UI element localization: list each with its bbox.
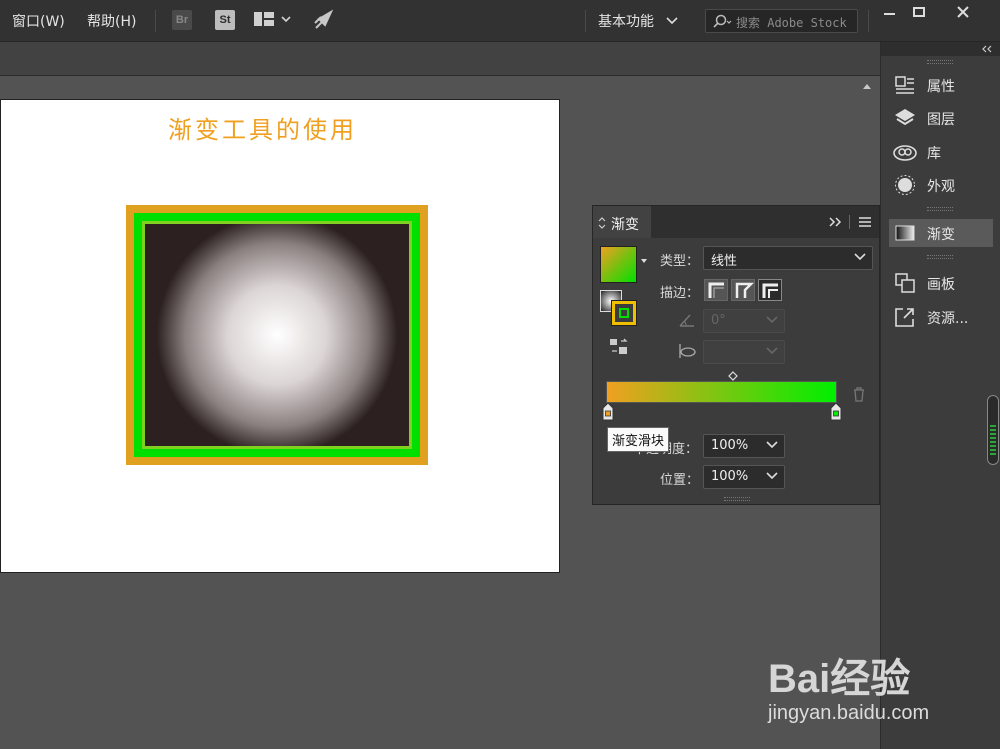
menu-bar: 窗口(W) 帮助(H) Br St 基本功能 搜索 Adobe Stock bbox=[0, 0, 1000, 42]
location-value: 100% bbox=[711, 469, 749, 484]
dock-item-label: 资源... bbox=[927, 311, 969, 327]
stroke-across-button[interactable] bbox=[758, 279, 782, 301]
dock-item-properties[interactable]: 属性 bbox=[889, 71, 993, 99]
gradient-stop-end[interactable] bbox=[830, 403, 842, 421]
appearance-icon bbox=[895, 175, 915, 195]
dock-item-libraries[interactable]: 库 bbox=[889, 138, 993, 166]
gradient-type-value: 线性 bbox=[711, 254, 738, 269]
search-icon bbox=[713, 14, 732, 28]
reverse-gradient-icon[interactable] bbox=[609, 337, 629, 357]
stock-search-input[interactable]: 搜索 Adobe Stock bbox=[705, 9, 858, 33]
radial-gradient-fill bbox=[134, 213, 420, 457]
angle-value: 0° bbox=[711, 313, 726, 328]
dock-item-label: 图层 bbox=[927, 112, 955, 128]
document-tab-strip bbox=[0, 42, 880, 76]
trash-icon[interactable] bbox=[852, 386, 866, 402]
stock-button[interactable]: St bbox=[215, 10, 235, 30]
dock-item-asset-export[interactable]: 资源... bbox=[889, 303, 993, 331]
canvas-scroll-up-icon[interactable] bbox=[862, 82, 872, 90]
menu-window[interactable]: 窗口(W) bbox=[12, 11, 65, 31]
chevron-down-icon bbox=[854, 253, 866, 261]
stroke-label: 描边： bbox=[660, 286, 700, 301]
swatch-dropdown-icon[interactable] bbox=[640, 258, 648, 264]
stroke-within-icon bbox=[708, 282, 724, 298]
gradient-slider-bar[interactable] bbox=[606, 381, 837, 403]
stroke-along-button[interactable] bbox=[731, 279, 755, 301]
dock-grip[interactable] bbox=[927, 255, 953, 259]
angle-select[interactable]: 0° bbox=[703, 309, 785, 333]
properties-icon bbox=[895, 76, 914, 94]
type-label: 类型： bbox=[660, 254, 700, 269]
panel-options-toggle-icon[interactable] bbox=[598, 217, 606, 229]
dock-item-label: 渐变 bbox=[927, 227, 955, 243]
aspect-ratio-icon bbox=[679, 344, 696, 358]
panel-menu-icon[interactable] bbox=[859, 217, 871, 227]
gradient-fill-swatch[interactable] bbox=[600, 246, 637, 283]
stroke-along-icon bbox=[735, 282, 755, 298]
dock-item-appearance[interactable]: 外观 bbox=[889, 171, 993, 199]
tab-gradient[interactable]: 渐变 bbox=[593, 206, 651, 238]
stroke-within-button[interactable] bbox=[704, 279, 728, 301]
chevron-down-icon bbox=[766, 441, 778, 449]
tab-gradient-label: 渐变 bbox=[611, 217, 639, 233]
stroke-indicator-inner bbox=[619, 308, 629, 318]
menu-divider bbox=[155, 10, 156, 32]
menu-divider bbox=[585, 10, 586, 32]
layers-icon bbox=[895, 109, 915, 126]
search-placeholder: 搜索 Adobe Stock bbox=[736, 16, 847, 30]
angle-icon bbox=[679, 314, 694, 327]
gradient-type-select[interactable]: 线性 bbox=[703, 246, 873, 270]
collapse-dock-icon[interactable] bbox=[981, 45, 993, 53]
bridge-button[interactable]: Br bbox=[172, 10, 192, 30]
dock-item-layers[interactable]: 图层 bbox=[889, 104, 993, 132]
workspace-switcher[interactable]: 基本功能 bbox=[598, 11, 654, 31]
watermark-url: jingyan.baidu.com bbox=[768, 702, 930, 724]
gradient-panel-header: 渐变 bbox=[593, 206, 879, 238]
stroke-indicator[interactable] bbox=[612, 301, 636, 325]
dock-item-label: 库 bbox=[927, 146, 941, 162]
menu-help[interactable]: 帮助(H) bbox=[87, 11, 136, 31]
libraries-icon bbox=[893, 145, 917, 161]
panel-resize-grip[interactable] bbox=[724, 497, 750, 501]
dock-grip[interactable] bbox=[927, 60, 953, 64]
scroll-grip-icon bbox=[990, 425, 996, 455]
gradient-slider-tooltip: 渐变滑块 bbox=[607, 427, 670, 452]
dock-header bbox=[881, 42, 1000, 56]
dock-item-gradient[interactable]: 渐变 bbox=[889, 219, 993, 247]
opacity-value: 100% bbox=[711, 438, 749, 453]
asset-export-icon bbox=[895, 308, 914, 327]
chevron-down-icon bbox=[766, 472, 778, 480]
header-divider bbox=[849, 215, 850, 229]
gradient-icon bbox=[895, 225, 915, 241]
chevron-down-icon bbox=[766, 347, 778, 355]
opacity-field[interactable]: 100% bbox=[703, 434, 785, 458]
right-panel-dock: 属性 图层 库 外观 渐变 画板 资源... bbox=[880, 42, 1000, 749]
dock-item-artboards[interactable]: 画板 bbox=[889, 269, 993, 297]
gpu-rocket-icon[interactable] bbox=[313, 9, 335, 31]
arrange-documents-icon[interactable] bbox=[254, 12, 294, 30]
maximize-icon[interactable] bbox=[898, 0, 940, 26]
dock-item-label: 外观 bbox=[927, 179, 955, 195]
gradient-stop-start[interactable] bbox=[602, 403, 614, 421]
gradient-square-object[interactable] bbox=[126, 205, 428, 465]
dock-item-label: 画板 bbox=[927, 277, 955, 293]
dock-scrollbar-thumb[interactable] bbox=[987, 395, 999, 465]
dock-item-label: 属性 bbox=[927, 79, 955, 95]
chevron-down-icon[interactable] bbox=[666, 16, 678, 26]
chevron-down-icon bbox=[766, 316, 778, 324]
dock-grip[interactable] bbox=[927, 207, 953, 211]
aspect-ratio-select[interactable] bbox=[703, 340, 785, 364]
collapse-panel-icon[interactable] bbox=[829, 217, 843, 227]
artboards-icon bbox=[895, 273, 915, 293]
watermark-logo: Bai经验 bbox=[768, 657, 911, 701]
midpoint-diamond-icon[interactable] bbox=[728, 371, 738, 381]
location-field[interactable]: 100% bbox=[703, 465, 785, 489]
stroke-across-icon bbox=[762, 283, 778, 298]
location-label: 位置： bbox=[660, 473, 700, 488]
artboard-title-text[interactable]: 渐变工具的使用 bbox=[168, 110, 357, 145]
close-icon[interactable] bbox=[942, 0, 984, 26]
